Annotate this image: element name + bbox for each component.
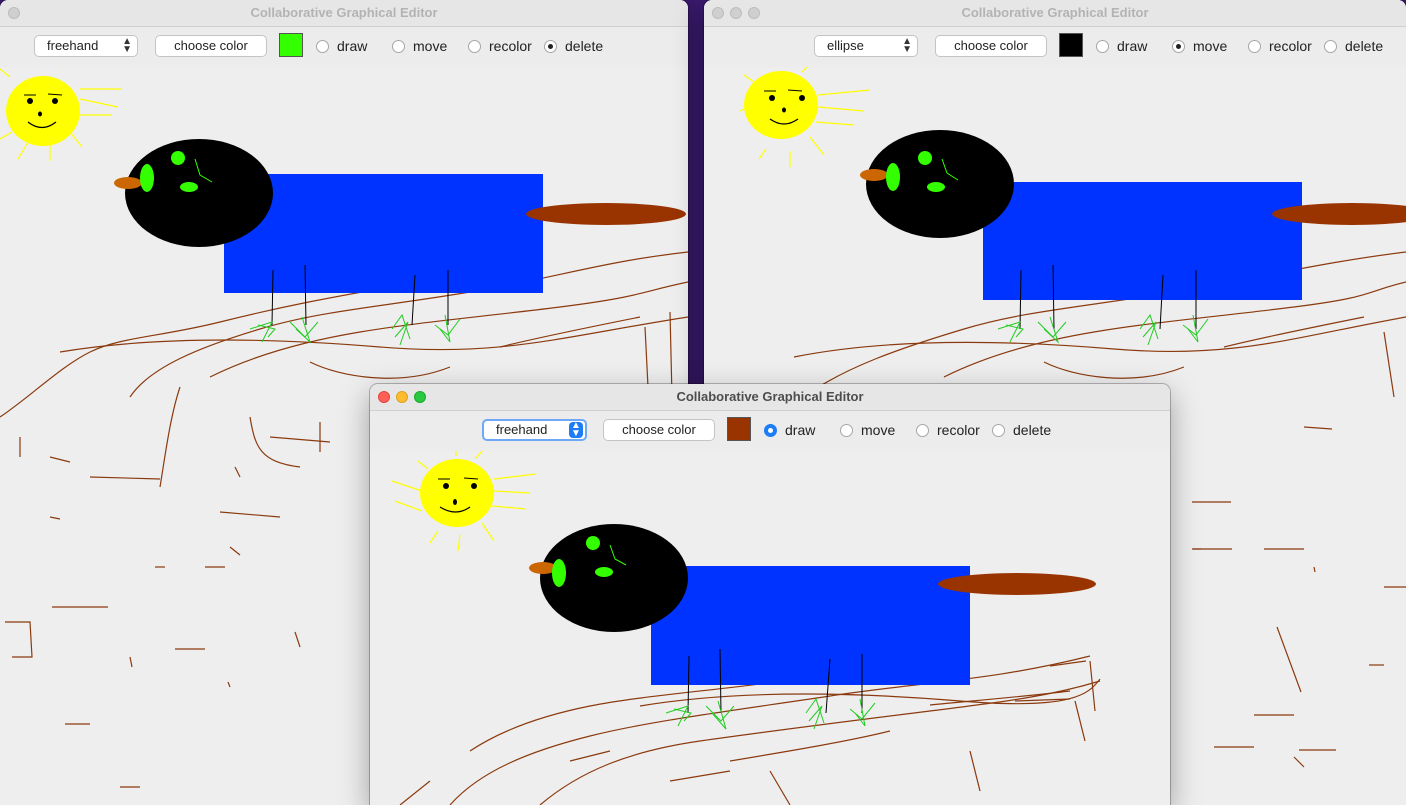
mode-radio-draw[interactable]: draw [764,423,815,437]
radio-icon [316,40,329,53]
shape-mode-value: freehand [47,38,99,53]
toolbar: freehand ▲ ▼ choose color draw move recol… [0,27,688,67]
radio-label: draw [785,422,816,438]
radio-icon [1248,40,1261,53]
close-window-button[interactable] [712,7,724,19]
radio-icon [1096,40,1109,53]
radio-selected-icon [764,424,777,437]
beak-ellipse [860,169,888,181]
color-swatch [279,33,303,57]
mode-radio-recolor[interactable]: recolor [468,39,532,53]
choose-color-button[interactable]: choose color [155,35,267,57]
close-window-button[interactable] [8,7,20,19]
mode-radio-delete[interactable]: delete [544,39,603,53]
grass [665,697,876,730]
beak-ellipse [114,177,142,189]
sun [0,67,122,161]
shape-mode-select[interactable]: freehand ▲ ▼ [34,35,138,57]
mode-radio-move[interactable]: move [392,39,447,53]
title-bar[interactable]: Collaborative Graphical Editor [704,0,1406,27]
shape-mode-value: freehand [496,422,548,437]
editor-window-3: Collaborative Graphical Editor freehand … [370,384,1170,805]
mode-radio-draw[interactable]: draw [316,39,367,53]
title-bar[interactable]: Collaborative Graphical Editor [0,0,688,27]
maximize-window-button[interactable] [414,391,426,403]
mode-radio-recolor[interactable]: recolor [1248,39,1312,53]
sun [391,451,537,552]
radio-selected-icon [544,40,557,53]
canvas-drawing [391,451,1101,805]
choose-color-button[interactable]: choose color [603,419,715,441]
blue-rectangle [983,182,1302,300]
maximize-window-button[interactable] [748,7,760,19]
radio-label: delete [1345,38,1384,54]
mode-radio-move[interactable]: move [840,423,895,437]
radio-icon [840,424,853,437]
mode-radio-draw[interactable]: draw [1096,39,1147,53]
tail-ellipse [938,573,1096,595]
shape-mode-value: ellipse [827,38,864,53]
chevron-updown-icon: ▲ ▼ [122,36,132,55]
chevron-updown-icon: ▲ ▼ [902,36,912,55]
mode-radio-recolor[interactable]: recolor [916,423,980,437]
radio-label: recolor [489,38,532,54]
radio-label: recolor [1269,38,1312,54]
radio-icon [916,424,929,437]
radio-selected-icon [1172,40,1185,53]
radio-label: delete [1013,422,1052,438]
close-window-button[interactable] [378,391,390,403]
sun [739,67,871,167]
blue-rectangle [651,566,970,685]
window-title: Collaborative Graphical Editor [961,5,1149,20]
radio-label: recolor [937,422,980,438]
mode-radio-move[interactable]: move [1172,39,1227,53]
mode-radio-delete[interactable]: delete [1324,39,1383,53]
radio-label: draw [337,38,368,54]
color-swatch [727,417,751,441]
radio-label: move [861,422,896,438]
shape-mode-select[interactable]: freehand ▲ ▼ [482,419,587,441]
radio-label: move [413,38,448,54]
radio-icon [392,40,405,53]
window-title: Collaborative Graphical Editor [676,389,864,404]
chevron-updown-icon: ▲ ▼ [569,421,583,439]
black-body-ellipse [125,139,273,247]
window-controls [712,7,766,19]
choose-color-button[interactable]: choose color [935,35,1047,57]
title-bar[interactable]: Collaborative Graphical Editor [370,384,1170,411]
window-controls [8,7,26,19]
window-title: Collaborative Graphical Editor [250,5,438,20]
window-controls [378,391,432,403]
drawing-canvas[interactable] [370,451,1170,805]
radio-icon [992,424,1005,437]
tail-ellipse [526,203,686,225]
radio-label: move [1193,38,1228,54]
toolbar: freehand ▲ ▼ choose color draw move recol… [370,411,1170,451]
minimize-window-button[interactable] [730,7,742,19]
mode-radio-delete[interactable]: delete [992,423,1051,437]
color-swatch [1059,33,1083,57]
radio-icon [1324,40,1337,53]
minimize-window-button[interactable] [396,391,408,403]
radio-icon [468,40,481,53]
radio-label: delete [565,38,604,54]
toolbar: ellipse ▲ ▼ choose color draw move recolo… [704,27,1406,67]
radio-label: draw [1117,38,1148,54]
shape-mode-select[interactable]: ellipse ▲ ▼ [814,35,918,57]
